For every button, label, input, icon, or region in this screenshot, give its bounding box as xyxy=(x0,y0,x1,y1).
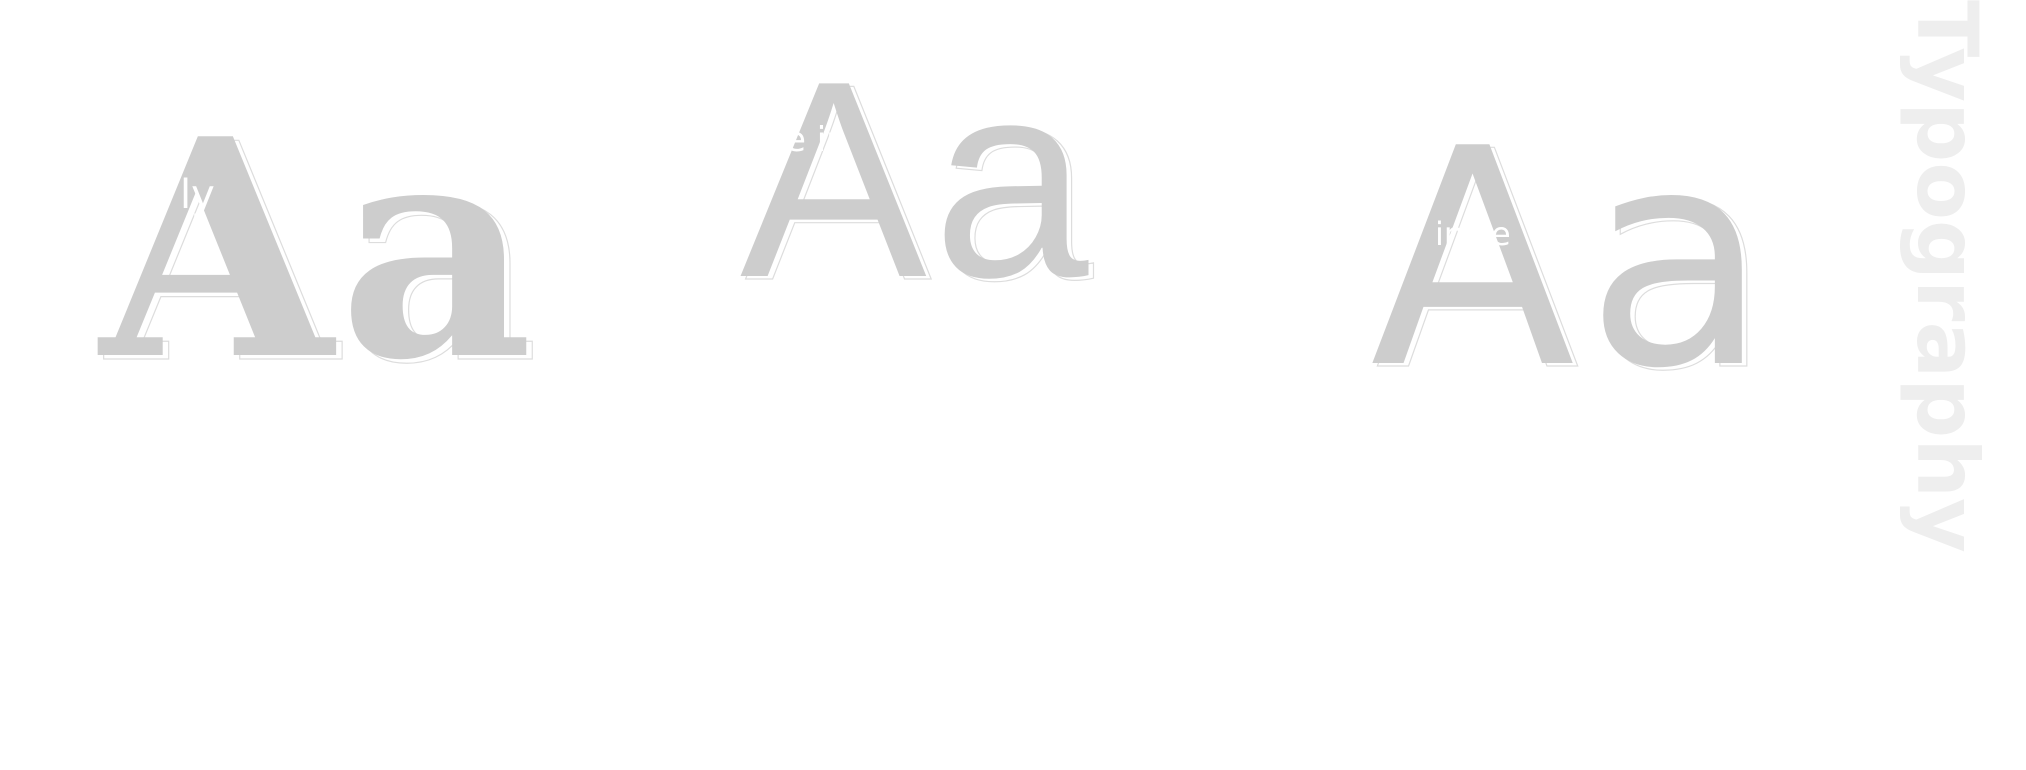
light-sans-overlay-label: e in xyxy=(785,120,848,160)
vertical-title: Typography xyxy=(1898,0,1996,553)
serif-specimen: Aa Aa ly xyxy=(100,100,540,405)
light-sans-specimen: Aa Aa e in xyxy=(740,24,1100,336)
light-sans-glyphs: Aa xyxy=(740,24,1095,336)
sans-overlay-label: in se xyxy=(1435,215,1511,253)
sans-specimen: Aa Aa in se xyxy=(1370,110,1775,414)
serif-glyphs: Aa xyxy=(100,73,540,426)
sans-glyphs: Aa xyxy=(1370,85,1780,434)
vertical-title-wrapper: Typography xyxy=(1898,0,2025,560)
serif-overlay-label: ly xyxy=(180,172,215,218)
